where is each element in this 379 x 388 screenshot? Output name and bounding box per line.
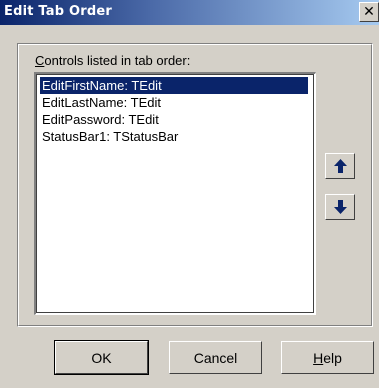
move-down-button[interactable] bbox=[325, 194, 355, 220]
move-up-button[interactable] bbox=[325, 153, 355, 179]
list-item[interactable]: EditPassword: TEdit bbox=[40, 111, 159, 128]
tab-order-listbox[interactable]: EditFirstName: TEdit EditLastName: TEdit… bbox=[34, 72, 316, 315]
cancel-button[interactable]: Cancel bbox=[169, 341, 262, 374]
list-item[interactable]: EditLastName: TEdit bbox=[40, 94, 161, 111]
help-button[interactable]: Help bbox=[281, 341, 374, 374]
list-label: Controls listed in tab order: bbox=[35, 53, 191, 68]
close-icon: ✕ bbox=[363, 4, 375, 20]
ok-button[interactable]: OK bbox=[54, 340, 149, 375]
list-item[interactable]: StatusBar1: TStatusBar bbox=[40, 128, 178, 145]
arrow-up-icon bbox=[334, 159, 347, 173]
window-title: Edit Tab Order bbox=[4, 4, 112, 19]
list-item[interactable]: EditFirstName: TEdit bbox=[40, 77, 308, 94]
edit-tab-order-dialog: Edit Tab Order ✕ Controls listed in tab … bbox=[0, 0, 379, 388]
close-button[interactable]: ✕ bbox=[359, 2, 379, 22]
arrow-down-icon bbox=[334, 200, 347, 214]
title-bar[interactable]: Edit Tab Order ✕ bbox=[0, 0, 379, 25]
